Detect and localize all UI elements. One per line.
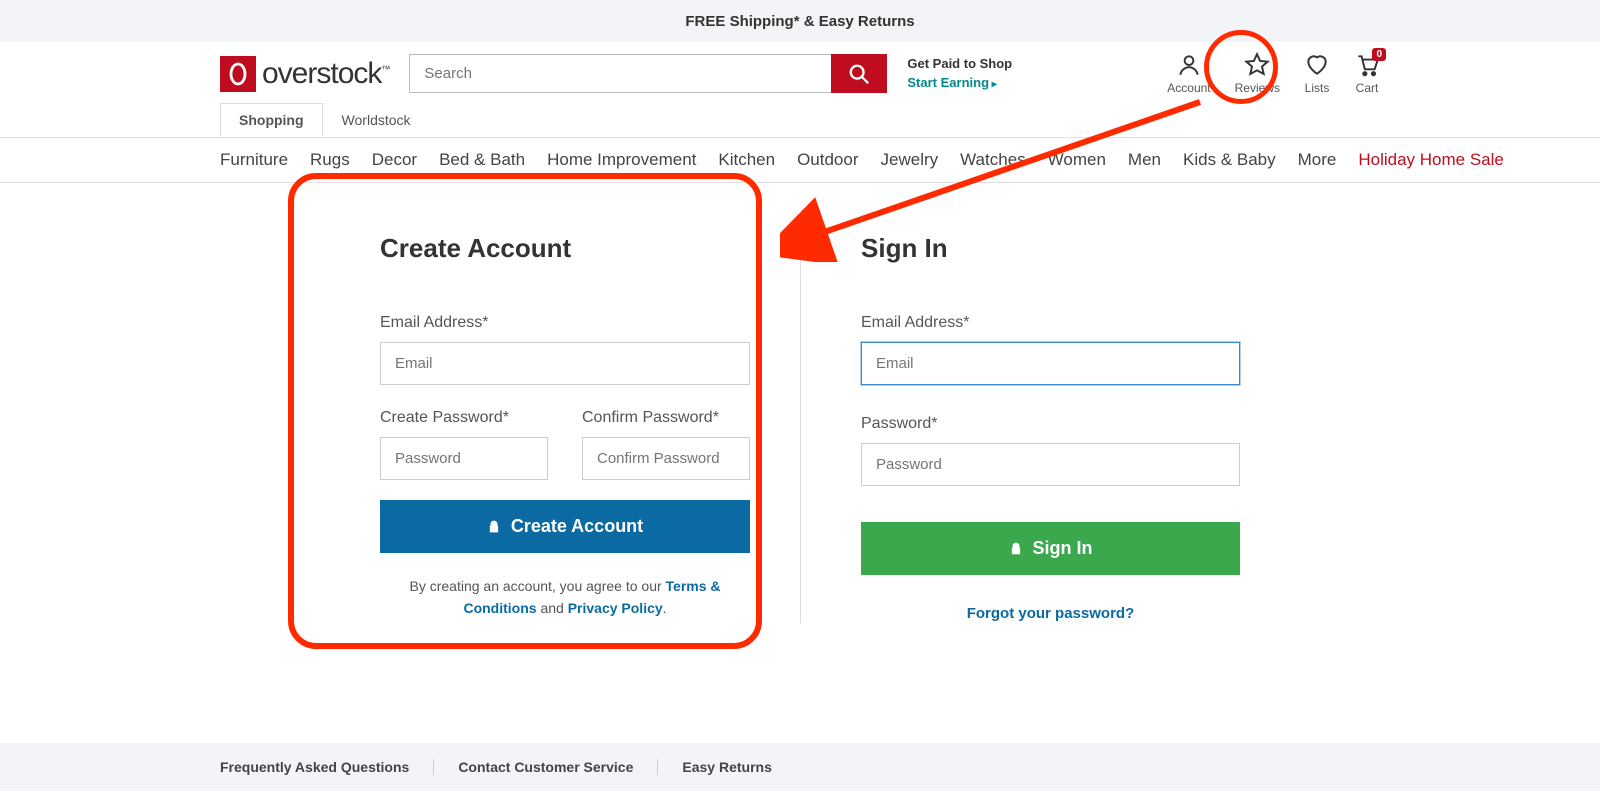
sign-in-panel: Sign In Email Address* Password* Sign In…: [800, 233, 1290, 623]
lock-icon: [487, 520, 501, 534]
reviews-link[interactable]: Reviews: [1235, 52, 1280, 95]
nav-cat-outdoor[interactable]: Outdoor: [797, 150, 858, 170]
search-icon: [848, 63, 870, 85]
nav-cat-jewelry[interactable]: Jewelry: [881, 150, 939, 170]
create-password-input[interactable]: [380, 437, 548, 480]
nav-cat-watches[interactable]: Watches: [960, 150, 1026, 170]
nav-cat-home-improvement[interactable]: Home Improvement: [547, 150, 696, 170]
nav-cat-rugs[interactable]: Rugs: [310, 150, 350, 170]
lock-icon: [1009, 542, 1023, 556]
nav-cat-more[interactable]: More: [1298, 150, 1337, 170]
create-account-title: Create Account: [380, 233, 750, 264]
cart-link[interactable]: 0 Cart: [1354, 52, 1380, 95]
nav-cat-bed-bath[interactable]: Bed & Bath: [439, 150, 525, 170]
star-icon: [1244, 52, 1270, 78]
create-terms-text: By creating an account, you agree to our…: [380, 575, 750, 620]
footer-faq[interactable]: Frequently Asked Questions: [220, 759, 434, 775]
create-password-label: Create Password*: [380, 409, 548, 427]
create-account-button[interactable]: Create Account: [380, 500, 750, 553]
signin-password-input[interactable]: [861, 443, 1240, 486]
nav-cat-men[interactable]: Men: [1128, 150, 1161, 170]
signin-email-input[interactable]: [861, 342, 1240, 385]
privacy-policy-link[interactable]: Privacy Policy: [568, 600, 663, 616]
nav-cat-decor[interactable]: Decor: [372, 150, 417, 170]
create-account-panel: Create Account Email Address* Create Pas…: [310, 233, 800, 623]
search-button[interactable]: [831, 54, 887, 93]
confirm-password-input[interactable]: [582, 437, 750, 480]
create-email-label: Email Address*: [380, 314, 750, 332]
get-paid-to-shop[interactable]: Get Paid to Shop Start Earning: [907, 55, 1012, 91]
nav-cat-kitchen[interactable]: Kitchen: [718, 150, 775, 170]
logo-text: overstock™: [262, 57, 389, 91]
create-email-input[interactable]: [380, 342, 750, 385]
logo[interactable]: overstock™: [220, 56, 389, 92]
footer-contact[interactable]: Contact Customer Service: [434, 759, 658, 775]
account-link[interactable]: Account: [1167, 52, 1210, 95]
signin-email-label: Email Address*: [861, 314, 1240, 332]
nav-cat-kids-baby[interactable]: Kids & Baby: [1183, 150, 1276, 170]
sign-in-button[interactable]: Sign In: [861, 522, 1240, 575]
search-input[interactable]: [409, 54, 831, 93]
heart-icon: [1304, 52, 1330, 78]
signin-password-label: Password*: [861, 415, 1240, 433]
lists-link[interactable]: Lists: [1304, 52, 1330, 95]
paid-shop-line1: Get Paid to Shop: [907, 55, 1012, 73]
tab-shopping[interactable]: Shopping: [220, 103, 323, 137]
confirm-password-label: Confirm Password*: [582, 409, 750, 427]
footer-returns[interactable]: Easy Returns: [658, 759, 795, 775]
nav-cat-holiday-sale[interactable]: Holiday Home Sale: [1358, 150, 1504, 170]
paid-shop-line2[interactable]: Start Earning: [907, 74, 1012, 92]
nav-cat-women[interactable]: Women: [1048, 150, 1106, 170]
promo-text: FREE Shipping* & Easy Returns: [685, 13, 914, 30]
nav-cat-furniture[interactable]: Furniture: [220, 150, 288, 170]
tab-worldstock[interactable]: Worldstock: [323, 103, 430, 137]
sign-in-title: Sign In: [861, 233, 1240, 264]
cart-count-badge: 0: [1372, 48, 1386, 61]
search-bar: [409, 54, 887, 93]
promo-bar: FREE Shipping* & Easy Returns: [0, 0, 1600, 42]
account-icon: [1176, 52, 1202, 78]
forgot-password-link[interactable]: Forgot your password?: [967, 605, 1135, 622]
logo-mark: [220, 56, 256, 92]
